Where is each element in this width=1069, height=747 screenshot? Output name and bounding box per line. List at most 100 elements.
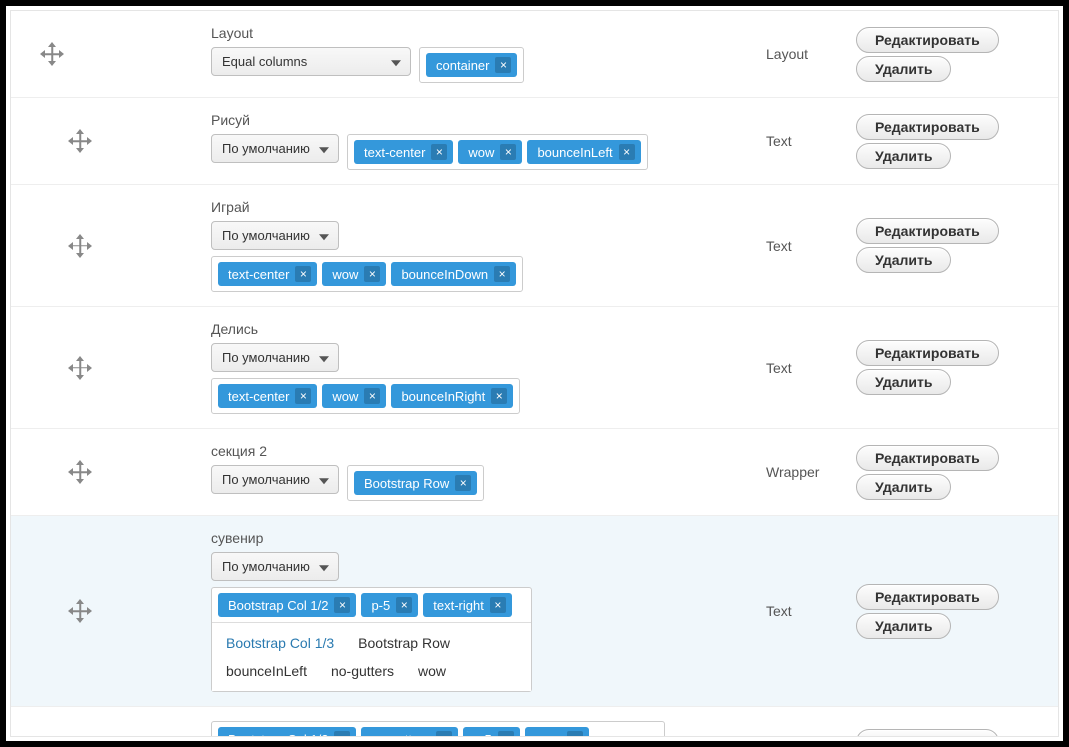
tag-remove-icon[interactable]: × bbox=[295, 388, 311, 404]
block-row: ДелисьПо умолчаниюtext-center×wow×bounce… bbox=[11, 307, 1058, 429]
delete-button[interactable]: Удалить bbox=[856, 247, 951, 273]
tag: wow × bbox=[322, 384, 386, 408]
tag-label: wow bbox=[535, 732, 561, 738]
actions-cell: Редактировать Удалить bbox=[856, 584, 1046, 639]
main-cell: секция 2По умолчаниюBootstrap Row× bbox=[211, 443, 766, 501]
preset-select[interactable]: По умолчанию bbox=[211, 134, 339, 163]
edit-button[interactable]: Редактировать bbox=[856, 114, 999, 140]
tag-remove-icon[interactable]: × bbox=[334, 731, 350, 737]
preset-select-wrap: По умолчанию bbox=[211, 221, 339, 250]
tag-box[interactable]: text-center×wow×bounceInDown× bbox=[211, 256, 523, 292]
delete-button[interactable]: Удалить bbox=[856, 143, 951, 169]
tag-label: Bootstrap Col 1/2 bbox=[228, 598, 328, 613]
edit-button[interactable]: Редактировать bbox=[856, 340, 999, 366]
delete-button[interactable]: Удалить bbox=[856, 474, 951, 500]
edit-button[interactable]: Редактировать bbox=[856, 584, 999, 610]
main-cell: Layout Equal columns container × bbox=[211, 25, 766, 83]
tag-remove-icon[interactable]: × bbox=[436, 731, 452, 737]
drag-cell bbox=[11, 359, 211, 377]
edit-button[interactable]: Редактировать bbox=[856, 729, 999, 738]
tag-remove-icon[interactable]: × bbox=[500, 144, 516, 160]
block-title: Делись bbox=[211, 321, 766, 337]
suggestion-item[interactable]: wow bbox=[418, 663, 446, 679]
drag-handle-icon[interactable] bbox=[43, 45, 61, 63]
main-cell: РисуйПо умолчаниюtext-center×wow×bounceI… bbox=[211, 112, 766, 170]
tag-remove-icon[interactable]: × bbox=[491, 388, 507, 404]
suggestion-item[interactable]: Bootstrap Row bbox=[358, 635, 450, 651]
tag-remove-icon[interactable]: × bbox=[495, 57, 511, 73]
tag-remove-icon[interactable]: × bbox=[619, 144, 635, 160]
block-type: Text bbox=[766, 238, 856, 254]
drag-handle-icon[interactable] bbox=[71, 602, 89, 620]
tag: Bootstrap Col 1/2 × bbox=[218, 727, 356, 737]
tag: text-center× bbox=[218, 384, 317, 408]
tag: bounceInRight × bbox=[391, 384, 513, 408]
tag-remove-icon[interactable]: × bbox=[498, 731, 514, 737]
delete-button[interactable]: Удалить bbox=[856, 56, 951, 82]
block-type: Text bbox=[766, 360, 856, 376]
drag-handle-icon[interactable] bbox=[71, 237, 89, 255]
block-title: Layout bbox=[211, 25, 766, 41]
preset-select[interactable]: По умолчанию bbox=[211, 221, 339, 250]
tag: wow× bbox=[458, 140, 522, 164]
preset-select[interactable]: По умолчанию bbox=[211, 465, 339, 494]
block-row: Bootstrap Col 1/2×no-gutters×p-5×wow×bou… bbox=[11, 707, 1058, 737]
preset-select-wrap: Equal columns bbox=[211, 47, 411, 76]
tag-remove-icon[interactable]: × bbox=[334, 597, 350, 613]
tag: wow× bbox=[322, 262, 386, 286]
tag-label: no-gutters bbox=[371, 732, 430, 738]
tag-remove-icon[interactable]: × bbox=[396, 597, 412, 613]
preset-select[interactable]: Equal columns bbox=[211, 47, 411, 76]
tag: wow × bbox=[525, 727, 589, 737]
tag-box[interactable]: text-center×wow×bounceInLeft× bbox=[347, 134, 648, 170]
tag: bounceInDown× bbox=[391, 262, 516, 286]
tag-box[interactable]: container × bbox=[419, 47, 524, 83]
tag-label: bounceInRight bbox=[401, 389, 485, 404]
suggestion-item[interactable]: Bootstrap Col 1/3 bbox=[226, 635, 334, 651]
tag-box[interactable]: Bootstrap Row × bbox=[347, 465, 484, 501]
block-title: сувенир bbox=[211, 530, 766, 546]
tag-remove-icon[interactable]: × bbox=[295, 266, 311, 282]
suggestion-item[interactable]: bounceInLeft bbox=[226, 663, 307, 679]
drag-handle-icon[interactable] bbox=[71, 359, 89, 377]
tag-box[interactable]: text-center× wow × bounceInRight × bbox=[211, 378, 520, 414]
tag-label: Bootstrap Row bbox=[364, 476, 449, 491]
delete-button[interactable]: Удалить bbox=[856, 613, 951, 639]
tag-remove-icon[interactable]: × bbox=[455, 475, 471, 491]
tag-remove-icon[interactable]: × bbox=[567, 731, 583, 737]
drag-cell bbox=[11, 132, 211, 150]
tag-box[interactable]: Bootstrap Col 1/2×p-5×text-right×Bootstr… bbox=[211, 587, 532, 692]
tag-remove-icon[interactable]: × bbox=[490, 597, 506, 613]
drag-handle-icon[interactable] bbox=[71, 463, 89, 481]
drag-cell bbox=[11, 237, 211, 255]
preset-select-wrap: По умолчанию bbox=[211, 343, 339, 372]
tag-label: text-center bbox=[364, 145, 425, 160]
block-row: сувенирПо умолчаниюBootstrap Col 1/2×p-5… bbox=[11, 516, 1058, 707]
block-row: РисуйПо умолчаниюtext-center×wow×bounceI… bbox=[11, 98, 1058, 185]
suggestion-item[interactable]: no-gutters bbox=[331, 663, 394, 679]
block-type: Wrapper bbox=[766, 464, 856, 480]
delete-button[interactable]: Удалить bbox=[856, 369, 951, 395]
main-cell: Bootstrap Col 1/2×no-gutters×p-5×wow×bou… bbox=[211, 721, 766, 737]
preset-select[interactable]: По умолчанию bbox=[211, 552, 339, 581]
edit-button[interactable]: Редактировать bbox=[856, 445, 999, 471]
tag-remove-icon[interactable]: × bbox=[494, 266, 510, 282]
edit-button[interactable]: Редактировать bbox=[856, 27, 999, 53]
preset-select[interactable]: По умолчанию bbox=[211, 343, 339, 372]
tag-remove-icon[interactable]: × bbox=[364, 388, 380, 404]
tag-label: container bbox=[436, 58, 489, 73]
tag-remove-icon[interactable]: × bbox=[431, 144, 447, 160]
actions-cell: Редактировать Удалить bbox=[856, 27, 1046, 82]
drag-cell bbox=[11, 463, 211, 481]
tag-box[interactable]: Bootstrap Col 1/2×no-gutters×p-5×wow×bou… bbox=[211, 721, 665, 737]
tag-input[interactable] bbox=[519, 598, 525, 613]
preset-select-wrap: По умолчанию bbox=[211, 134, 339, 163]
tag: p-5× bbox=[463, 727, 520, 737]
tag-remove-icon[interactable]: × bbox=[364, 266, 380, 282]
tag: Bootstrap Col 1/2 × bbox=[218, 593, 356, 617]
tag-label: wow bbox=[332, 389, 358, 404]
drag-handle-icon[interactable] bbox=[71, 132, 89, 150]
tag: text-center × bbox=[354, 140, 453, 164]
tag-label: Bootstrap Col 1/2 bbox=[228, 732, 328, 738]
edit-button[interactable]: Редактировать bbox=[856, 218, 999, 244]
